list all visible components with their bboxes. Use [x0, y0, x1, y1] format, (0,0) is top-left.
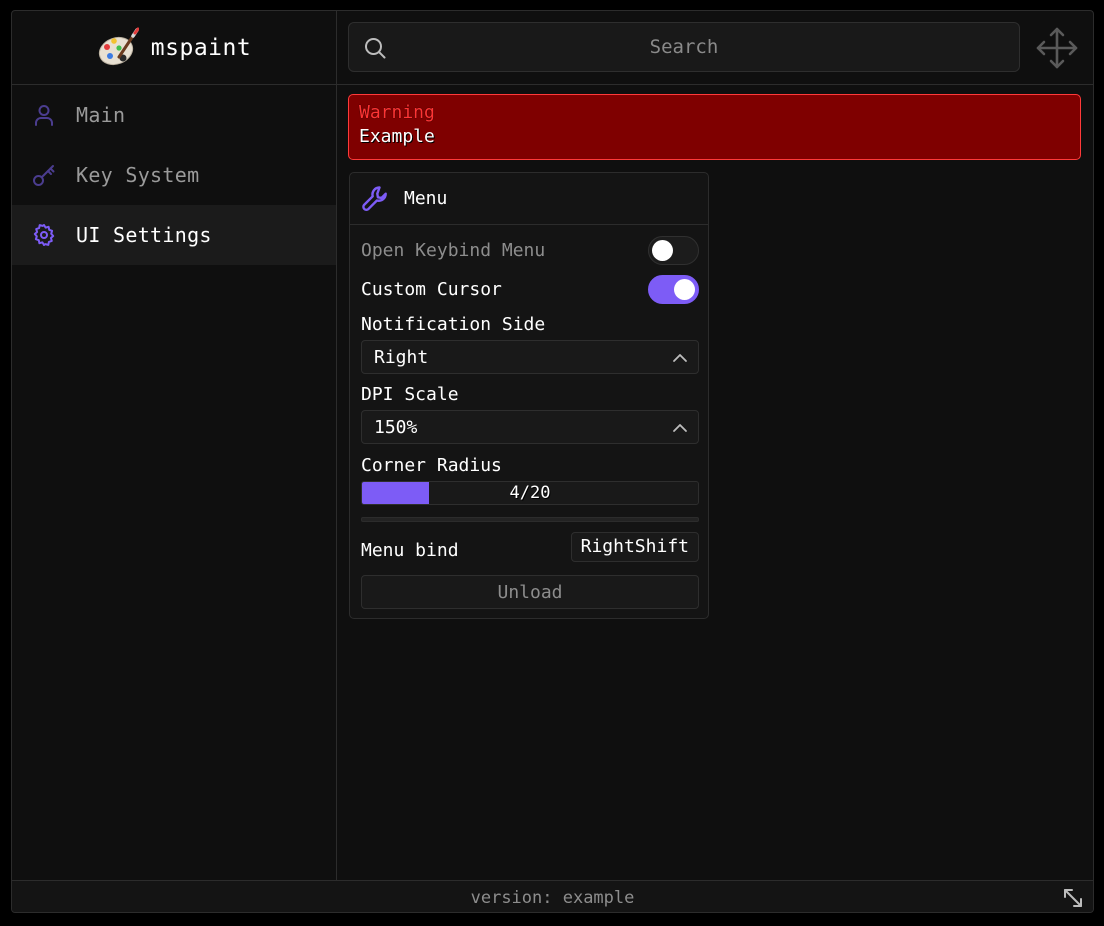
custom-cursor-row: Custom Cursor	[361, 275, 699, 304]
corner-radius-label: Corner Radius	[361, 455, 502, 476]
app-window: mspaint Main	[11, 10, 1094, 913]
notification-side-row: Notification Side Right	[361, 314, 699, 374]
gear-icon	[33, 224, 55, 246]
open-keybind-menu-row: Open Keybind Menu	[361, 236, 699, 265]
search-input[interactable]	[349, 23, 1019, 71]
main-content: Warning Example Menu Open Keybind Menu C…	[338, 85, 1093, 880]
warning-body: Example	[359, 126, 435, 147]
warning-title: Warning	[359, 102, 435, 123]
dpi-scale-label: DPI Scale	[361, 384, 459, 405]
paint-palette-icon	[98, 27, 139, 66]
brand: mspaint	[12, 11, 337, 85]
search-box[interactable]	[348, 22, 1020, 72]
notification-side-label: Notification Side	[361, 314, 546, 335]
dpi-scale-row: DPI Scale 150%	[361, 384, 699, 444]
sidebar: Main Key System UI Settings	[12, 85, 337, 880]
dpi-scale-dropdown[interactable]: 150%	[361, 410, 699, 444]
sidebar-item-ui-settings[interactable]: UI Settings	[12, 205, 336, 265]
open-keybind-menu-toggle[interactable]	[648, 236, 699, 265]
menu-bind-label: Menu bind	[361, 540, 459, 561]
slider-value: 4/20	[509, 483, 551, 503]
menu-keybind-button[interactable]: RightShift	[570, 532, 699, 562]
section-divider	[361, 517, 699, 522]
search-icon	[365, 38, 386, 59]
corner-radius-slider[interactable]: 4/20	[361, 481, 699, 505]
sidebar-item-key-system[interactable]: Key System	[12, 145, 336, 205]
groupbox-title: Menu	[404, 188, 448, 209]
open-keybind-menu-label: Open Keybind Menu	[361, 240, 546, 261]
move-icon[interactable]	[1035, 26, 1079, 70]
chevron-up-icon	[673, 354, 687, 362]
app-title: mspaint	[150, 35, 252, 61]
sidebar-item-label: UI Settings	[76, 223, 212, 247]
top-bar: mspaint	[12, 11, 1093, 85]
sidebar-item-main[interactable]: Main	[12, 85, 336, 145]
groupbox-header: Menu	[350, 173, 708, 225]
sidebar-item-label: Key System	[76, 163, 200, 187]
toggle-knob	[674, 279, 695, 300]
menu-bind-row: Menu bind RightShift	[361, 532, 699, 563]
dropdown-value: Right	[374, 346, 429, 368]
chevron-up-icon	[673, 424, 687, 432]
notification-side-dropdown[interactable]: Right	[361, 340, 699, 374]
menu-groupbox: Menu Open Keybind Menu Custom Cursor Not…	[349, 172, 709, 619]
dropdown-value: 150%	[374, 416, 418, 438]
footer: version: example	[12, 880, 1093, 912]
version-text: version: example	[470, 887, 635, 908]
sidebar-item-label: Main	[76, 103, 126, 127]
warning-banner: Warning Example	[348, 94, 1081, 160]
user-icon	[35, 105, 53, 126]
key-icon	[33, 165, 55, 186]
resize-icon[interactable]	[1062, 887, 1084, 909]
wrench-icon	[362, 185, 387, 211]
corner-radius-row: Corner Radius 4/20	[361, 455, 699, 505]
toggle-knob	[652, 240, 673, 261]
unload-button[interactable]: Unload	[361, 575, 699, 609]
custom-cursor-toggle[interactable]	[648, 275, 699, 304]
custom-cursor-label: Custom Cursor	[361, 279, 502, 300]
